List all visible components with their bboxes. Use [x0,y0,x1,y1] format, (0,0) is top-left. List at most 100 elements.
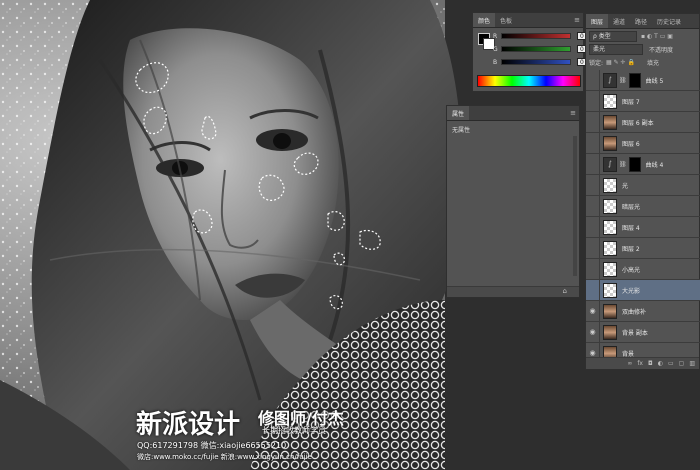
blue-slider[interactable] [501,59,571,65]
layer-row[interactable]: 图层 4 [586,216,700,238]
layer-row[interactable]: 大光影 [586,279,700,301]
filter-kind-select[interactable]: ρ 类型 [589,30,637,42]
visibility-eye-icon[interactable] [586,132,600,154]
tab-properties[interactable]: 属性 [447,106,470,120]
layer-row[interactable]: ◉ 背景 [586,342,700,358]
layer-thumbnail[interactable] [603,261,617,277]
layer-row[interactable]: 图层 2 [586,237,700,259]
layer-name: 图层 6 [622,140,640,148]
link-icon[interactable]: ∞ [627,360,632,367]
visibility-eye-icon[interactable] [586,258,600,280]
mask-link-icon[interactable]: ⛓ [619,77,627,84]
trash-icon[interactable]: ⌂ [563,287,567,295]
visibility-eye-icon[interactable]: ◉ [586,300,600,322]
layer-thumbnail[interactable] [603,324,617,340]
red-label: R [493,32,498,40]
green-slider[interactable] [501,46,571,52]
visibility-eye-icon[interactable] [586,237,600,259]
layer-name: 图层 4 [622,224,640,232]
properties-panel-tabbar: 属性 ≡ [447,106,579,121]
properties-footer: ⌂ [447,286,579,297]
tab-history[interactable]: 历史记录 [652,14,686,28]
new-layer-icon[interactable]: ▢ [679,360,685,367]
visibility-eye-icon[interactable] [586,174,600,196]
layer-row[interactable]: 光 [586,174,700,196]
watermark-brand: 新派设计 [136,410,241,440]
layer-thumbnail[interactable] [603,198,617,214]
fill-label: 填充 [646,59,659,67]
tab-color[interactable]: 颜色 [473,13,496,27]
blue-label: B [493,58,498,66]
color-spectrum-ramp[interactable] [477,75,581,87]
visibility-eye-icon[interactable] [586,195,600,217]
layer-mask-thumbnail[interactable] [628,72,641,88]
layer-name: 曲线 4 [645,161,664,169]
layer-row[interactable]: 小高光 [586,258,700,280]
layer-mask-thumbnail[interactable] [628,156,641,172]
adjustment-icon[interactable]: ◐ [658,360,663,367]
blend-mode-select[interactable]: 柔光 [589,43,643,55]
layers-panel: 图层 通道 路径 历史记录 ρ 类型 ▪ ◐ T ▭ ▣ 柔光 不透明度 锁定:… [585,13,700,370]
layers-footer: ∞ fx ◘ ◐ ▭ ▢ ▥ [586,357,699,369]
layer-thumbnail[interactable] [603,282,617,298]
layer-name: 光 [622,182,629,190]
opacity-label: 不透明度 [649,46,674,54]
layer-list: ∫ ⛓ 曲线 5 图层 7 图层 6 副本 图层 6 ∫ ⛓ 曲线 4 光暗层光 图层 4 图层 2小… [586,70,700,358]
visibility-eye-icon[interactable] [586,216,600,238]
layers-panel-tabbar: 图层 通道 路径 历史记录 [586,14,699,29]
layer-name: 图层 7 [622,98,640,106]
filter-icons[interactable]: ▪ ◐ T ▭ ▣ [641,33,673,40]
visibility-eye-icon[interactable] [586,153,600,175]
visibility-eye-icon[interactable] [586,70,600,91]
fx-icon[interactable]: fx [637,360,643,367]
panel-menu-icon[interactable]: ≡ [567,106,579,120]
color-panel-tabbar: 颜色 色板 ≡ [473,13,583,28]
properties-panel: 属性 ≡ 无属性 ⌂ [446,105,580,298]
layer-row[interactable]: 图层 6 副本 [586,111,700,133]
layer-name: 双曲修补 [622,308,647,316]
layer-row[interactable]: ◉ 背景 副本 [586,321,700,343]
layer-thumbnail[interactable] [603,240,617,256]
visibility-eye-icon[interactable]: ◉ [586,342,600,358]
layer-thumbnail[interactable] [603,93,617,109]
layer-name: 暗层光 [622,203,641,211]
layer-thumbnail[interactable] [603,303,617,319]
layer-row[interactable]: 图层 7 [586,90,700,112]
visibility-eye-icon[interactable]: ◉ [586,321,600,343]
layer-row[interactable]: ◉ 双曲修补 [586,300,700,322]
layer-thumbnail[interactable] [603,114,617,130]
curves-adjustment-icon[interactable]: ∫ [603,156,617,172]
visibility-eye-icon[interactable] [586,111,600,133]
tab-swatches[interactable]: 色板 [495,13,517,27]
layer-row[interactable]: ∫ ⛓ 曲线 5 [586,70,700,91]
curves-adjustment-icon[interactable]: ∫ [603,72,617,88]
tab-channels[interactable]: 通道 [608,14,630,28]
layer-thumbnail[interactable] [603,219,617,235]
visibility-eye-icon[interactable] [586,90,600,112]
watermark-contact-line2: 微店:www.moko.cc/fujie 新浪:www.xingyun.cn/f… [137,453,312,461]
layer-filter-row: ρ 类型 ▪ ◐ T ▭ ▣ [589,30,698,42]
red-slider[interactable] [501,33,571,39]
layer-thumbnail[interactable] [603,177,617,193]
tab-paths[interactable]: 路径 [630,14,652,28]
lock-icons[interactable]: ▦ ✎ ✛ 🔒 [606,59,635,66]
watermark-contact-line1: QQ:617291798 微信:xiaojie66555210 [137,441,287,450]
layer-name: 图层 2 [622,245,640,253]
layer-row[interactable]: ∫ ⛓ 曲线 4 [586,153,700,175]
visibility-eye-icon[interactable] [586,279,600,301]
tab-layers[interactable]: 图层 [586,14,609,28]
lock-row: 锁定: ▦ ✎ ✛ 🔒 填充 [589,57,698,67]
layer-thumbnail[interactable] [603,135,617,151]
lock-label: 锁定: [589,59,604,67]
mask-icon[interactable]: ◘ [648,360,653,367]
layer-name: 小高光 [622,266,641,274]
trash-icon[interactable]: ▥ [689,360,695,367]
folder-icon[interactable]: ▭ [668,360,674,367]
layer-name: 背景 副本 [622,329,648,337]
layer-row[interactable]: 暗层光 [586,195,700,217]
color-panel: 颜色 色板 ≡ R 0 G 0 B 0 [472,12,611,92]
mask-link-icon[interactable]: ⛓ [619,161,627,168]
panel-menu-icon[interactable]: ≡ [571,13,583,27]
layer-row[interactable]: 图层 6 [586,132,700,154]
panel-scrollbar[interactable] [573,136,577,276]
